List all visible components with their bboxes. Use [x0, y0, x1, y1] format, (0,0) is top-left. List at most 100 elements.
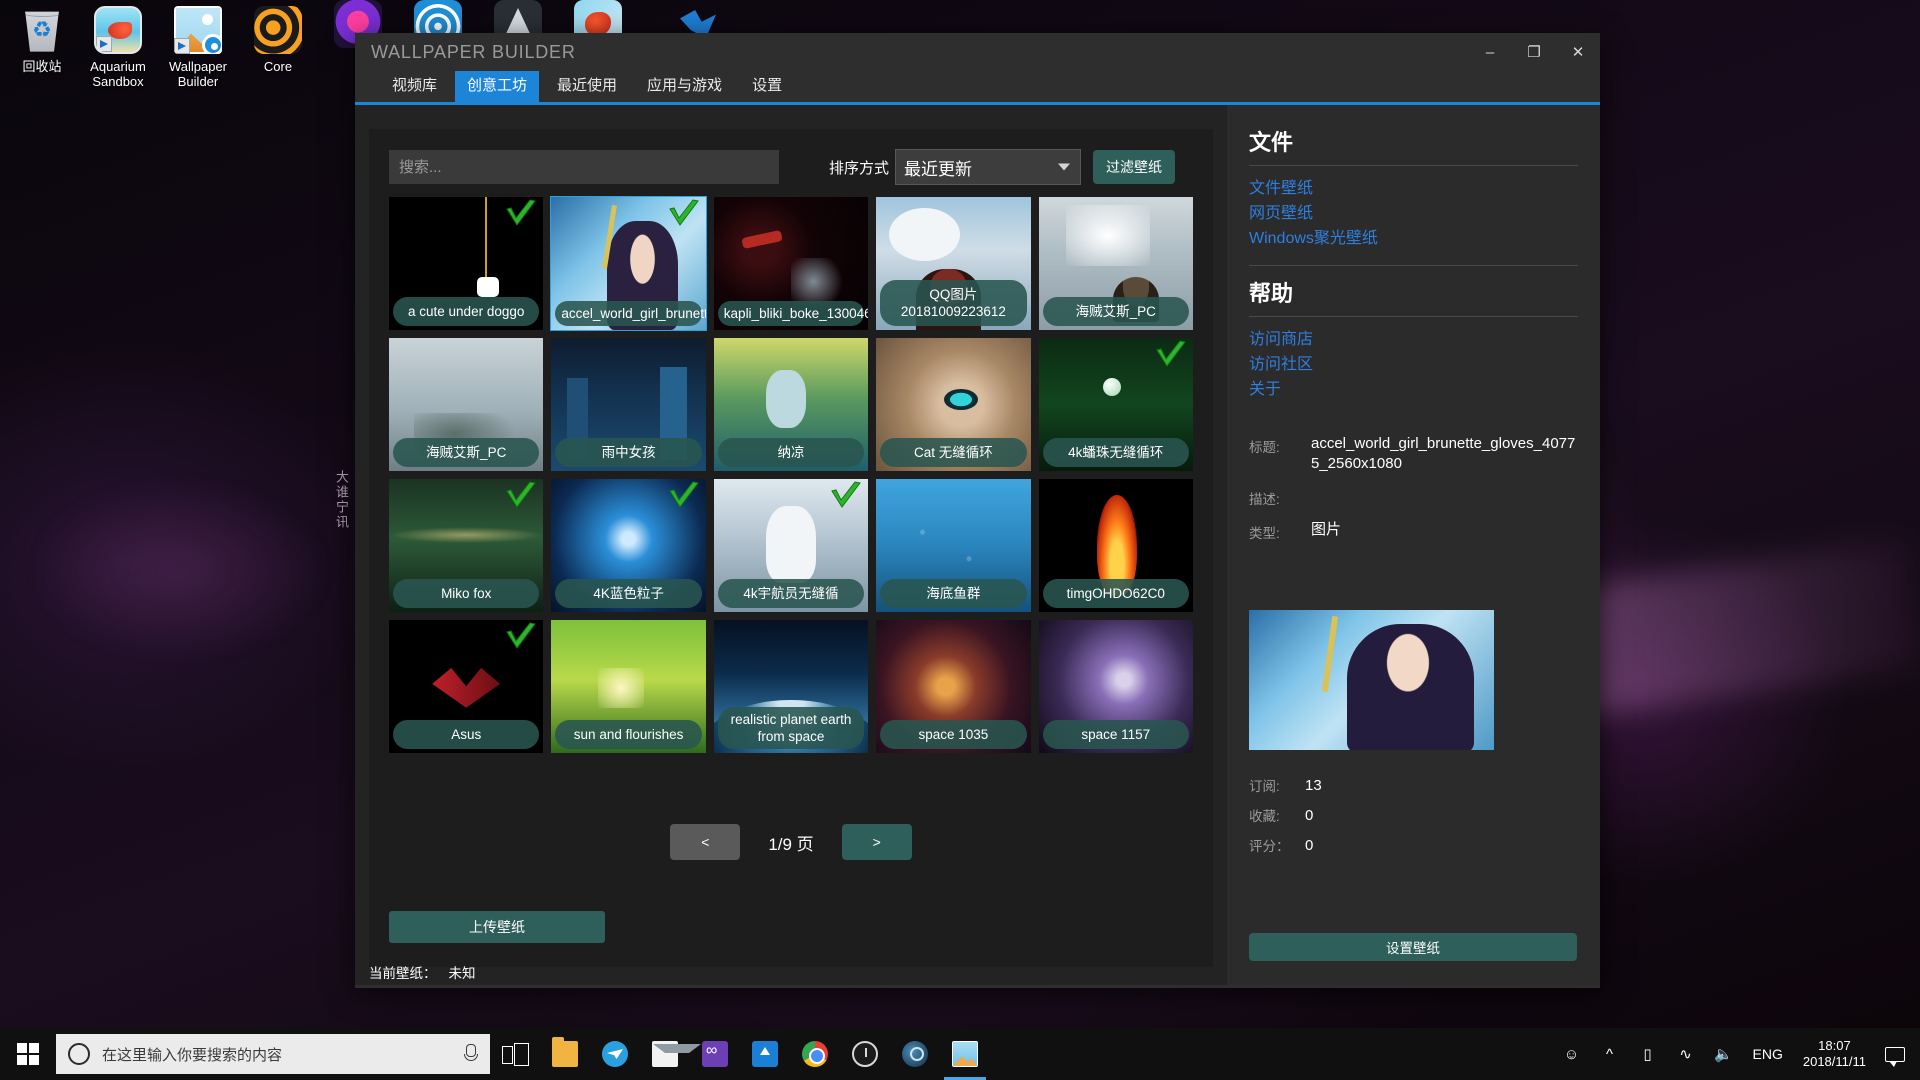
stat-value-rating: 0: [1305, 837, 1313, 854]
wallpaper-thumbnail[interactable]: 4k蟠珠无缝循环: [1039, 338, 1193, 471]
file-explorer-icon: [552, 1041, 578, 1067]
taskbar-search-box[interactable]: 在这里输入你要搜索的内容: [56, 1034, 490, 1074]
desktop-icon-corel[interactable]: Core: [236, 6, 320, 74]
taskbar-item-task-view[interactable]: [490, 1028, 540, 1080]
tab-recent[interactable]: 最近使用: [545, 71, 629, 102]
wallpaper-thumbnail[interactable]: 4k宇航员无缝循: [714, 479, 868, 612]
notification-center-icon[interactable]: [1876, 1028, 1914, 1080]
wallpaper-thumbnail[interactable]: kapli_bliki_boke_130046_3840x2400: [714, 197, 868, 330]
next-page-button[interactable]: >: [842, 824, 912, 860]
set-wallpaper-button[interactable]: 设置壁纸: [1249, 933, 1577, 961]
taskbar-item-mail[interactable]: [640, 1028, 690, 1080]
thumbnail-caption: QQ图片20181009223612: [880, 280, 1026, 326]
taskbar-item-clock-app[interactable]: [840, 1028, 890, 1080]
taskbar-item-chrome[interactable]: [790, 1028, 840, 1080]
wallpaper-thumbnail[interactable]: Asus: [389, 620, 543, 753]
tab-video-library[interactable]: 视频库: [380, 71, 449, 102]
wallpaper-thumbnail[interactable]: 海贼艾斯_PC: [389, 338, 543, 471]
stat-value-subscriptions: 13: [1305, 777, 1322, 794]
wallpaper-thumbnail[interactable]: QQ图片20181009223612: [876, 197, 1030, 330]
clock-app-icon: [852, 1041, 878, 1067]
thumbnail-caption: 4k宇航员无缝循: [718, 579, 864, 608]
wallpaper-thumbnail[interactable]: space 1035: [876, 620, 1030, 753]
wallpaper-thumbnail[interactable]: 海底鱼群: [876, 479, 1030, 612]
checkmark-icon: [1154, 340, 1188, 372]
help-section-heading: 帮助: [1249, 276, 1578, 308]
chevron-up-icon[interactable]: ^: [1591, 1028, 1629, 1080]
checkmark-icon: [667, 199, 701, 231]
thumbnail-caption: a cute under doggo: [393, 297, 539, 326]
link-windows-spotlight-wallpaper[interactable]: Windows聚光壁纸: [1249, 226, 1578, 251]
wallpaper-thumbnail[interactable]: 海贼艾斯_PC: [1039, 197, 1193, 330]
taskbar-item-steam[interactable]: [890, 1028, 940, 1080]
people-icon[interactable]: ☺: [1553, 1028, 1591, 1080]
volume-icon[interactable]: 🔈: [1705, 1028, 1743, 1080]
wallpaper-builder-window: WALLPAPER BUILDER – ❐ ✕ 视频库 创意工坊 最近使用 应用…: [355, 33, 1600, 988]
desktop-icon-wallpaper-builder[interactable]: Wallpaper Builder: [156, 6, 240, 89]
taskbar-item-file-explorer[interactable]: [540, 1028, 590, 1080]
chevron-down-icon: [1058, 164, 1070, 171]
wallpaper-thumbnail[interactable]: Cat 无缝循环: [876, 338, 1030, 471]
desktop-icon-recycle-bin[interactable]: 回收站: [0, 6, 84, 74]
stat-key: 评分：: [1249, 835, 1305, 855]
taskbar-item-telegram[interactable]: [590, 1028, 640, 1080]
maximize-button[interactable]: ❐: [1512, 33, 1556, 71]
wallpaper-thumbnail[interactable]: realistic planet earth from space: [714, 620, 868, 753]
upload-wallpaper-button[interactable]: 上传壁纸: [389, 911, 605, 943]
tab-apps-games[interactable]: 应用与游戏: [635, 71, 734, 102]
sort-select[interactable]: 最近更新: [895, 149, 1081, 185]
language-indicator[interactable]: ENG: [1743, 1046, 1793, 1062]
wallpaper-thumbnail[interactable]: 纳凉: [714, 338, 868, 471]
link-visit-store[interactable]: 访问商店: [1249, 327, 1578, 352]
taskbar-item-wallpaper-builder[interactable]: [940, 1028, 990, 1080]
start-button[interactable]: [0, 1028, 56, 1080]
wallpaper-thumbnail[interactable]: accel_world_girl_brunette_gloves_40775_2…: [551, 197, 705, 330]
wallpaper-thumbnail[interactable]: Miko fox: [389, 479, 543, 612]
pager: < 1/9 页 >: [369, 824, 1213, 860]
wallpaper-thumbnail[interactable]: timgOHDO62C0: [1039, 479, 1193, 612]
wallpaper-thumbnail[interactable]: 4K蓝色粒子: [551, 479, 705, 612]
window-controls: – ❐ ✕: [1468, 33, 1600, 71]
sort-select-value: 最近更新: [904, 155, 972, 180]
link-file-wallpaper[interactable]: 文件壁纸: [1249, 176, 1578, 201]
close-button[interactable]: ✕: [1556, 33, 1600, 71]
section-divider: [1249, 265, 1578, 266]
clock[interactable]: 18:07 2018/11/11: [1793, 1038, 1876, 1070]
tab-settings[interactable]: 设置: [740, 71, 794, 102]
meta-key: 描述:: [1249, 486, 1311, 508]
meta-row-description: 描述:: [1249, 486, 1578, 508]
aquarium-sandbox-icon: [94, 6, 142, 54]
taskbar-item-upload-app[interactable]: [740, 1028, 790, 1080]
link-visit-community[interactable]: 访问社区: [1249, 352, 1578, 377]
desktop-icon-aquarium-sandbox[interactable]: Aquarium Sandbox: [76, 6, 160, 89]
tab-workshop[interactable]: 创意工坊: [455, 71, 539, 102]
desktop-vertical-text: 大谁宁讯: [332, 470, 351, 530]
battery-icon[interactable]: ▯: [1629, 1028, 1667, 1080]
windows-logo-icon: [17, 1043, 39, 1065]
link-web-wallpaper[interactable]: 网页壁纸: [1249, 201, 1578, 226]
wallpaper-thumbnail[interactable]: 雨中女孩: [551, 338, 705, 471]
search-input[interactable]: [389, 150, 779, 184]
window-title: WALLPAPER BUILDER: [371, 42, 576, 63]
thumbnail-caption: realistic planet earth from space: [718, 707, 864, 749]
taskbar-search-placeholder: 在这里输入你要搜索的内容: [102, 1044, 450, 1065]
wallpaper-thumbnail[interactable]: sun and flourishes: [551, 620, 705, 753]
task-view-icon: [502, 1041, 528, 1067]
workshop-card: 排序方式 最近更新 过滤壁纸 a cute under doggo accel_w…: [369, 129, 1213, 967]
wallpaper-thumbnail[interactable]: a cute under doggo: [389, 197, 543, 330]
thumbnail-caption: Cat 无缝循环: [880, 438, 1026, 467]
wallpaper-glow-left: [30, 480, 330, 660]
wallpaper-thumbnail[interactable]: space 1157: [1039, 620, 1193, 753]
wallpaper-builder-icon: [952, 1041, 978, 1067]
prev-page-button[interactable]: <: [670, 824, 740, 860]
filter-wallpaper-button[interactable]: 过滤壁纸: [1093, 150, 1175, 184]
link-about[interactable]: 关于: [1249, 377, 1578, 402]
search-row: 排序方式 最近更新 过滤壁纸: [369, 129, 1213, 189]
titlebar[interactable]: WALLPAPER BUILDER – ❐ ✕: [355, 33, 1600, 71]
microphone-icon[interactable]: [462, 1044, 478, 1064]
minimize-button[interactable]: –: [1468, 33, 1512, 71]
meta-value-title: accel_world_girl_brunette_gloves_40775_2…: [1311, 434, 1578, 474]
wifi-icon[interactable]: ∿: [1667, 1028, 1705, 1080]
taskbar-item-visual-studio-code[interactable]: [690, 1028, 740, 1080]
thumbnail-caption: space 1157: [1043, 720, 1189, 749]
